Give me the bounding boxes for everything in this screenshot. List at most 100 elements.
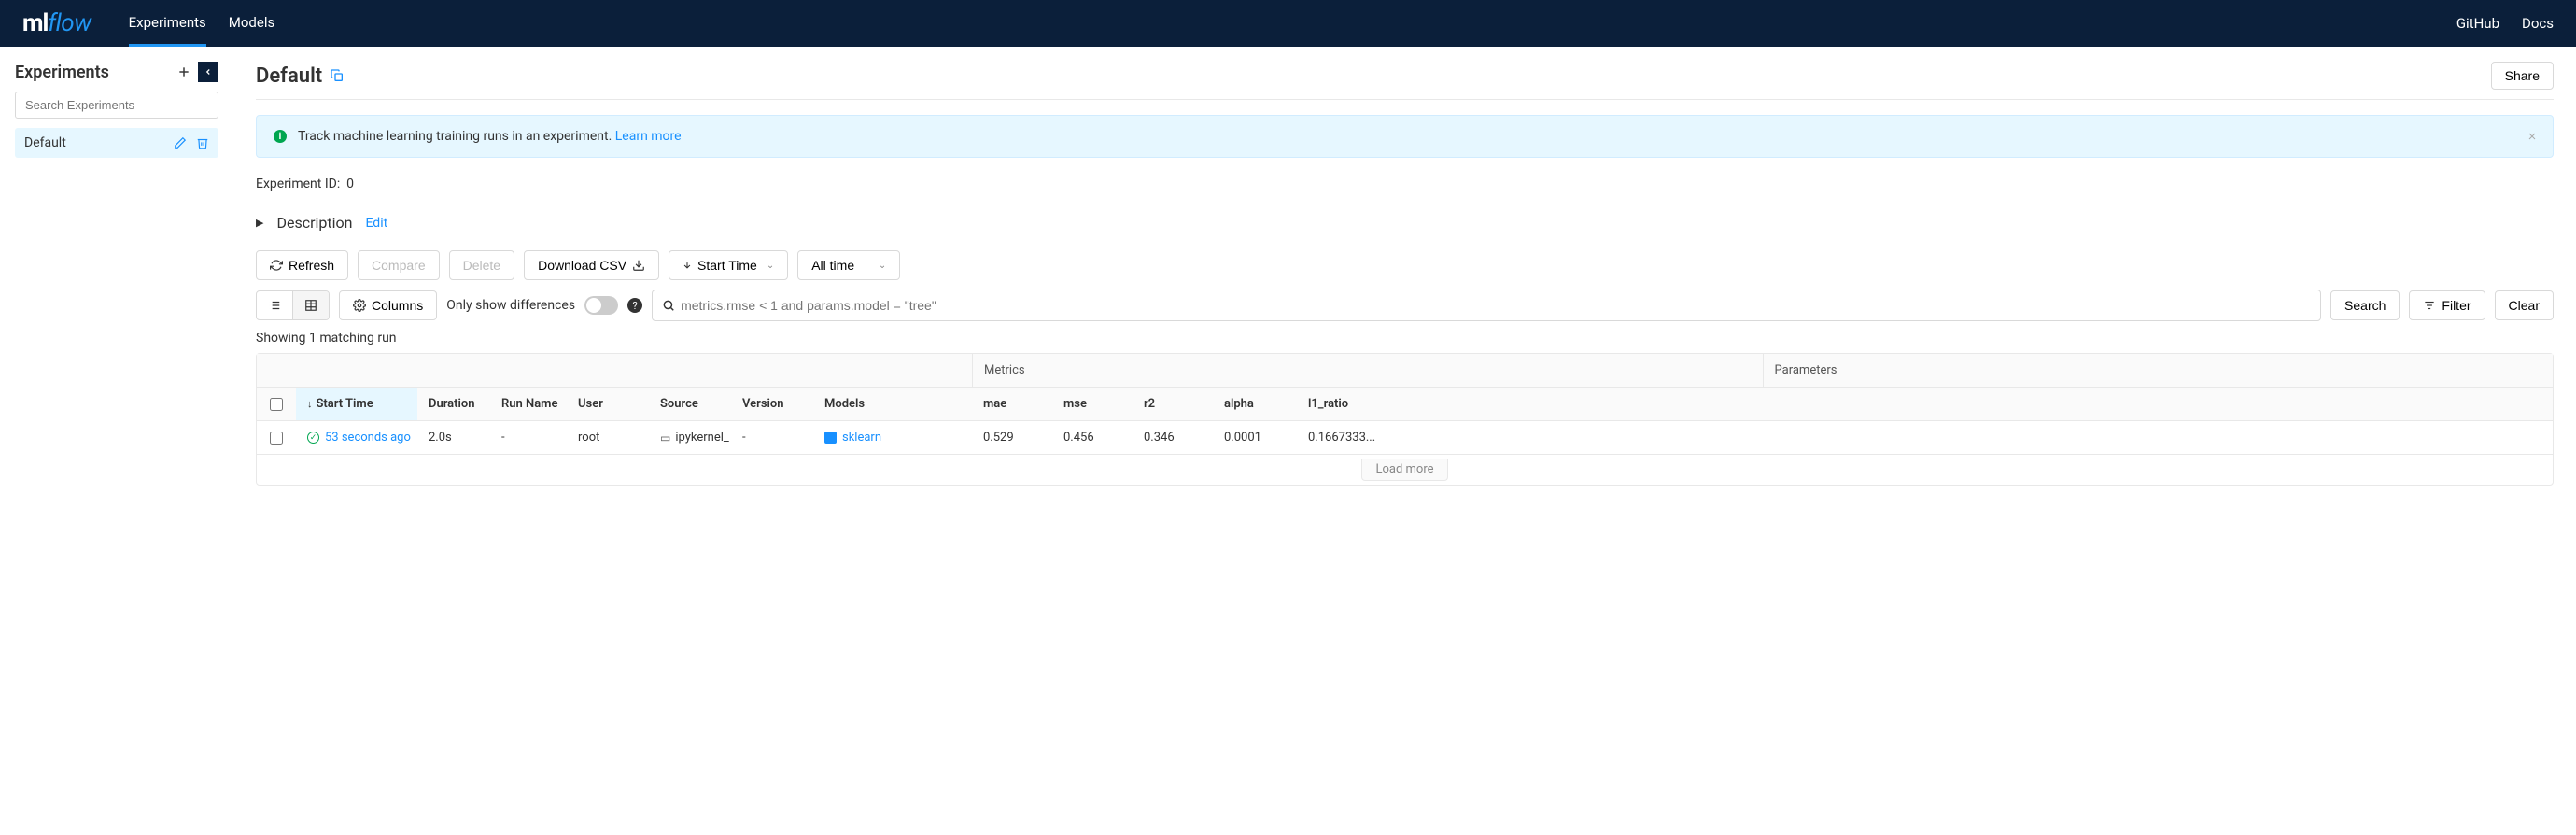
filter-button[interactable]: Filter: [2409, 290, 2485, 320]
description-section: ▶ Description Edit: [256, 214, 2554, 232]
select-all-checkbox[interactable]: [257, 388, 296, 420]
table-view-button[interactable]: [292, 291, 329, 319]
cell-r2: 0.346: [1133, 421, 1213, 454]
refresh-button[interactable]: Refresh: [256, 250, 348, 280]
description-label: Description: [276, 214, 352, 232]
clear-button[interactable]: Clear: [2495, 290, 2554, 320]
cell-start-time[interactable]: ✓ 53 seconds ago: [296, 421, 417, 454]
chevron-down-icon: ⌄: [767, 261, 774, 271]
header-alpha[interactable]: alpha: [1213, 388, 1297, 420]
logo-flow: flow: [48, 9, 91, 37]
logo-ml: ml: [22, 9, 48, 37]
nav-experiments[interactable]: Experiments: [129, 0, 206, 47]
learn-more-link[interactable]: Learn more: [615, 129, 682, 144]
sort-by-dropdown[interactable]: Start Time ⌄: [669, 250, 788, 280]
toolbar-row-2: Columns Only show differences ? Search F…: [256, 290, 2554, 321]
sort-desc-icon: ↓: [307, 398, 313, 410]
banner-text: Track machine learning training runs in …: [298, 129, 615, 144]
header-mae[interactable]: mae: [972, 388, 1052, 420]
cell-user: root: [567, 421, 649, 454]
header-mse[interactable]: mse: [1052, 388, 1133, 420]
only-diff-toggle[interactable]: [584, 296, 618, 315]
info-icon: i: [274, 130, 287, 143]
cell-alpha: 0.0001: [1213, 421, 1297, 454]
nav-github[interactable]: GitHub: [2456, 15, 2499, 32]
gear-icon: [353, 299, 366, 312]
table-row: ✓ 53 seconds ago 2.0s - root ▭ ipykernel…: [257, 421, 2553, 455]
notebook-icon: ▭: [660, 432, 670, 445]
help-icon[interactable]: ?: [627, 298, 642, 313]
refresh-icon: [270, 259, 283, 272]
header-source[interactable]: Source: [649, 388, 731, 420]
download-csv-button[interactable]: Download CSV: [524, 250, 659, 280]
cell-duration: 2.0s: [417, 421, 490, 454]
compare-button[interactable]: Compare: [358, 250, 440, 280]
close-banner-button[interactable]: [2527, 131, 2538, 142]
runs-table: Metrics Parameters ↓Start Time Duration …: [256, 353, 2554, 486]
add-experiment-button[interactable]: [176, 64, 192, 80]
table-icon: [304, 299, 317, 312]
load-more-row: Load more: [257, 455, 2553, 485]
list-icon: [268, 299, 281, 312]
cell-source: ▭ ipykernel_: [649, 421, 731, 454]
nav-models[interactable]: Models: [229, 0, 274, 47]
view-toggle: [256, 290, 330, 320]
only-diff-label: Only show differences: [446, 298, 575, 313]
cell-run-name: -: [490, 421, 567, 454]
edit-description-link[interactable]: Edit: [365, 216, 387, 231]
chevron-left-icon: [204, 67, 213, 77]
nav-docs[interactable]: Docs: [2522, 15, 2554, 32]
header-l1-ratio[interactable]: l1_ratio: [1297, 388, 1381, 420]
search-runs-wrap: [652, 290, 2321, 321]
load-more-button[interactable]: Load more: [1361, 459, 1447, 481]
main-content: Default Share i Track machine learning t…: [233, 47, 2576, 501]
header-r2[interactable]: r2: [1133, 388, 1213, 420]
sort-desc-icon: [683, 261, 692, 270]
sidebar: Experiments Default: [0, 47, 233, 501]
status-success-icon: ✓: [307, 432, 319, 444]
header-models[interactable]: Models: [813, 388, 972, 420]
delete-button[interactable]: Delete: [449, 250, 514, 280]
edit-icon[interactable]: [174, 136, 187, 149]
toolbar-row-1: Refresh Compare Delete Download CSV Star…: [256, 250, 2554, 280]
plus-icon: [177, 65, 190, 78]
header-user[interactable]: User: [567, 388, 649, 420]
filter-icon: [2423, 299, 2436, 312]
cell-mae: 0.529: [972, 421, 1052, 454]
delete-icon[interactable]: [196, 136, 209, 149]
chevron-down-icon: ⌄: [879, 261, 886, 271]
sidebar-item-label: Default: [24, 135, 66, 150]
header-start-time[interactable]: ↓Start Time: [296, 388, 417, 420]
search-runs-input[interactable]: [675, 290, 2311, 320]
primary-nav: Experiments Models: [129, 0, 275, 47]
metrics-group-header: Metrics: [972, 354, 1763, 387]
list-view-button[interactable]: [257, 291, 292, 319]
search-experiments-input[interactable]: [15, 92, 218, 119]
header-version[interactable]: Version: [731, 388, 813, 420]
row-checkbox[interactable]: [257, 421, 296, 454]
search-button[interactable]: Search: [2330, 290, 2400, 320]
experiment-name: Default: [256, 64, 322, 88]
cell-models[interactable]: sklearn: [813, 421, 972, 454]
mlflow-logo[interactable]: ml flow: [22, 9, 91, 37]
cell-l1-ratio: 0.1667333...: [1297, 421, 1381, 454]
close-icon: [2527, 131, 2538, 142]
time-filter-dropdown[interactable]: All time ⌄: [797, 250, 900, 280]
sidebar-item-default[interactable]: Default: [15, 128, 218, 158]
info-banner: i Track machine learning training runs i…: [256, 115, 2554, 158]
collapse-sidebar-button[interactable]: [198, 62, 218, 82]
search-icon: [662, 299, 675, 312]
showing-count: Showing 1 matching run: [256, 331, 2554, 346]
nav-right: GitHub Docs: [2456, 15, 2554, 32]
page-title: Default: [256, 64, 345, 88]
columns-button[interactable]: Columns: [339, 290, 437, 320]
header-duration[interactable]: Duration: [417, 388, 490, 420]
header-run-name[interactable]: Run Name: [490, 388, 567, 420]
experiment-id: Experiment ID: 0: [256, 177, 2554, 191]
expand-description-button[interactable]: ▶: [256, 217, 263, 229]
top-nav: ml flow Experiments Models GitHub Docs: [0, 0, 2576, 47]
copy-icon[interactable]: [330, 68, 345, 83]
cell-mse: 0.456: [1052, 421, 1133, 454]
model-icon: [824, 432, 837, 444]
share-button[interactable]: Share: [2491, 62, 2554, 90]
